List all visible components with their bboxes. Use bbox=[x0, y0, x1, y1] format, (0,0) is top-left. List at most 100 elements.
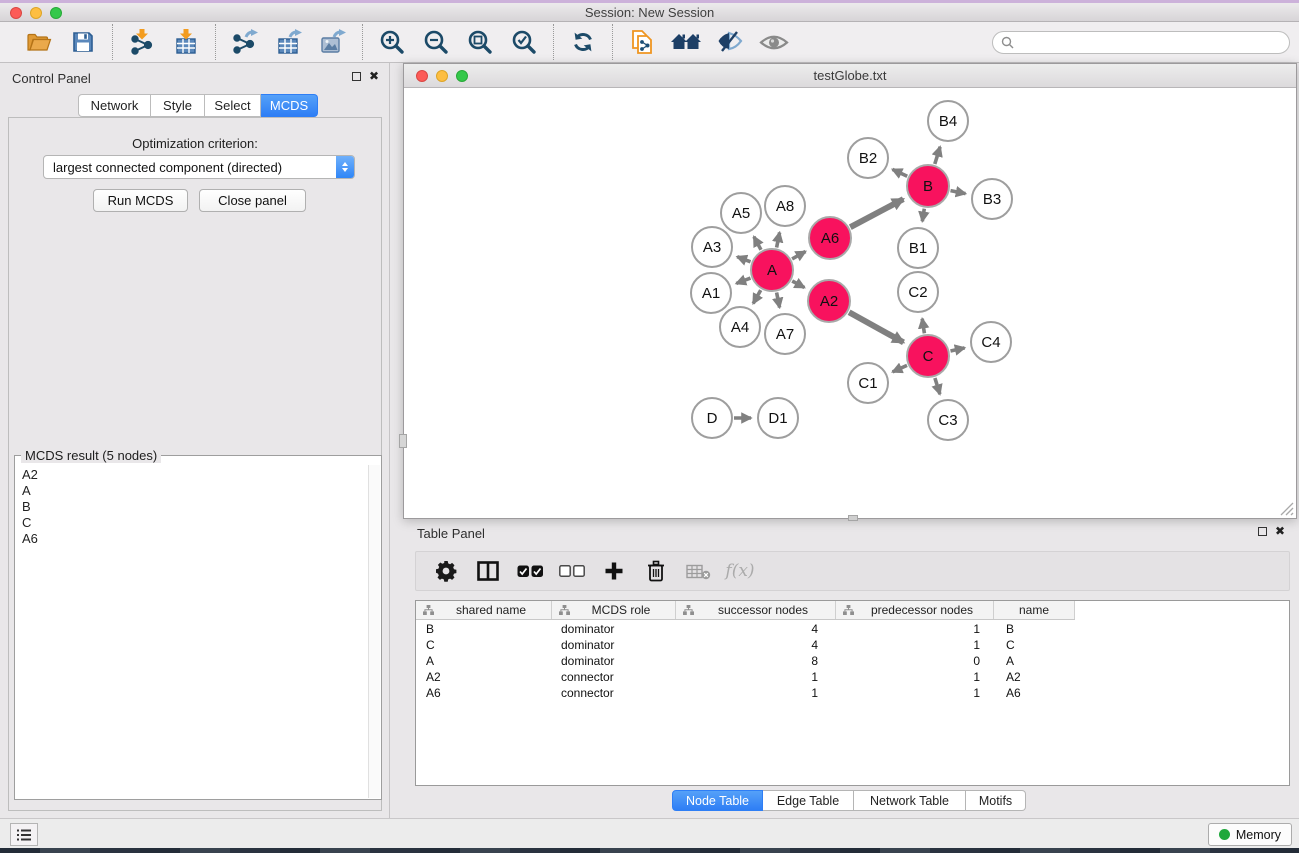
network-canvas[interactable]: B4B2BB3B1A5A8A6A3AA1C2A2A4A7C4CC1C3DD1 bbox=[404, 89, 1296, 518]
node-C[interactable]: C bbox=[906, 334, 950, 378]
hide-graphics-icon[interactable] bbox=[713, 26, 747, 58]
edge-A-A1[interactable] bbox=[736, 278, 750, 283]
node-A1[interactable]: A1 bbox=[690, 272, 732, 314]
zoom-in-icon[interactable] bbox=[375, 26, 409, 58]
export-network-icon[interactable] bbox=[228, 26, 262, 58]
edge-A-A3[interactable] bbox=[737, 257, 750, 262]
export-table-icon[interactable] bbox=[272, 26, 306, 58]
tab-style[interactable]: Style bbox=[151, 94, 205, 117]
maximize-window-icon[interactable] bbox=[50, 7, 62, 19]
network-close-icon[interactable] bbox=[416, 70, 428, 82]
select-stepper-icon[interactable] bbox=[336, 156, 354, 178]
edge-B-B2[interactable] bbox=[893, 169, 908, 176]
export-image-icon[interactable] bbox=[316, 26, 350, 58]
close-window-icon[interactable] bbox=[10, 7, 22, 19]
refresh-view-icon[interactable] bbox=[566, 26, 600, 58]
node-B4[interactable]: B4 bbox=[927, 100, 969, 142]
edge-B-B4[interactable] bbox=[935, 147, 940, 164]
import-table-icon[interactable] bbox=[169, 26, 203, 58]
edge-A-A8[interactable] bbox=[777, 233, 780, 248]
edge-A2-C[interactable] bbox=[849, 312, 903, 342]
column-header-MCDS-role[interactable]: MCDS role bbox=[552, 601, 676, 619]
table-row[interactable]: Adominator80A bbox=[416, 653, 1289, 669]
delete-row-icon[interactable] bbox=[642, 556, 670, 586]
edge-A-A4[interactable] bbox=[753, 290, 761, 303]
zoom-out-icon[interactable] bbox=[419, 26, 453, 58]
edge-C-C1[interactable] bbox=[893, 365, 907, 372]
node-table[interactable]: shared nameMCDS rolesuccessor nodesprede… bbox=[415, 600, 1290, 786]
open-folder-icon[interactable] bbox=[22, 26, 56, 58]
float-panel-icon[interactable] bbox=[352, 72, 361, 81]
mcds-result-list[interactable]: A2ABCA6 bbox=[16, 465, 368, 798]
node-C2[interactable]: C2 bbox=[897, 271, 939, 313]
node-D1[interactable]: D1 bbox=[757, 397, 799, 439]
node-B3[interactable]: B3 bbox=[971, 178, 1013, 220]
table-float-icon[interactable] bbox=[1258, 527, 1267, 536]
close-panel-icon[interactable]: ✖ bbox=[369, 71, 379, 81]
search-box[interactable] bbox=[992, 31, 1290, 54]
column-header-successor-nodes[interactable]: successor nodes bbox=[676, 601, 836, 619]
node-A8[interactable]: A8 bbox=[764, 185, 806, 227]
edge-A-A2[interactable] bbox=[792, 281, 804, 288]
mcds-result-item[interactable]: A2 bbox=[22, 467, 368, 483]
node-B1[interactable]: B1 bbox=[897, 227, 939, 269]
table-row[interactable]: Bdominator41B bbox=[416, 621, 1289, 637]
zoom-fit-icon[interactable] bbox=[463, 26, 497, 58]
tab-network-table[interactable]: Network Table bbox=[854, 790, 966, 811]
mcds-result-item[interactable]: A6 bbox=[22, 531, 368, 547]
node-B[interactable]: B bbox=[906, 164, 950, 208]
tab-mcds[interactable]: MCDS bbox=[261, 94, 318, 117]
task-history-button[interactable] bbox=[10, 823, 38, 846]
table-row[interactable]: A6connector11A6 bbox=[416, 685, 1289, 701]
duplicate-network-icon[interactable] bbox=[625, 26, 659, 58]
show-graphics-icon[interactable] bbox=[757, 26, 791, 58]
tab-select[interactable]: Select bbox=[205, 94, 261, 117]
tab-node-table[interactable]: Node Table bbox=[672, 790, 763, 811]
node-C4[interactable]: C4 bbox=[970, 321, 1012, 363]
node-B2[interactable]: B2 bbox=[847, 137, 889, 179]
edge-A-A6[interactable] bbox=[792, 252, 805, 259]
run-mcds-button[interactable]: Run MCDS bbox=[93, 189, 188, 212]
minimize-window-icon[interactable] bbox=[30, 7, 42, 19]
node-A6[interactable]: A6 bbox=[808, 216, 852, 260]
edge-A6-B[interactable] bbox=[850, 199, 903, 227]
mcds-result-item[interactable]: C bbox=[22, 515, 368, 531]
node-C3[interactable]: C3 bbox=[927, 399, 969, 441]
column-header-predecessor-nodes[interactable]: predecessor nodes bbox=[836, 601, 994, 619]
deselect-all-icon[interactable] bbox=[558, 556, 586, 586]
node-C1[interactable]: C1 bbox=[847, 362, 889, 404]
houses-icon[interactable] bbox=[669, 26, 703, 58]
mcds-result-item[interactable]: B bbox=[22, 499, 368, 515]
close-panel-button[interactable]: Close panel bbox=[199, 189, 306, 212]
columns-icon[interactable] bbox=[474, 556, 502, 586]
memory-button[interactable]: Memory bbox=[1208, 823, 1292, 846]
edge-B-B3[interactable] bbox=[951, 191, 966, 194]
node-A2[interactable]: A2 bbox=[807, 279, 851, 323]
save-session-icon[interactable] bbox=[66, 26, 100, 58]
edge-C-C4[interactable] bbox=[951, 348, 965, 351]
gear-icon[interactable] bbox=[432, 556, 460, 586]
select-all-icon[interactable] bbox=[516, 556, 544, 586]
vertical-scroll-thumb[interactable] bbox=[399, 434, 407, 448]
edge-A-A7[interactable] bbox=[777, 293, 780, 308]
add-row-icon[interactable] bbox=[600, 556, 628, 586]
mcds-list-scrollbar[interactable] bbox=[368, 465, 380, 798]
node-D[interactable]: D bbox=[691, 397, 733, 439]
zoom-selected-icon[interactable] bbox=[507, 26, 541, 58]
table-row[interactable]: A2connector11A2 bbox=[416, 669, 1289, 685]
criterion-select[interactable]: largest connected component (directed) bbox=[43, 155, 355, 179]
edge-B-B1[interactable] bbox=[922, 209, 924, 222]
node-A3[interactable]: A3 bbox=[691, 226, 733, 268]
resize-grip-icon[interactable] bbox=[1279, 501, 1294, 516]
table-close-icon[interactable]: ✖ bbox=[1275, 526, 1285, 536]
search-input[interactable] bbox=[1018, 34, 1289, 52]
tab-network[interactable]: Network bbox=[78, 94, 151, 117]
tab-edge-table[interactable]: Edge Table bbox=[763, 790, 854, 811]
network-maximize-icon[interactable] bbox=[456, 70, 468, 82]
node-A5[interactable]: A5 bbox=[720, 192, 762, 234]
node-A[interactable]: A bbox=[750, 248, 794, 292]
edge-C-C3[interactable] bbox=[935, 378, 940, 394]
node-A7[interactable]: A7 bbox=[764, 313, 806, 355]
import-network-icon[interactable] bbox=[125, 26, 159, 58]
network-window-titlebar[interactable]: testGlobe.txt bbox=[404, 64, 1296, 88]
